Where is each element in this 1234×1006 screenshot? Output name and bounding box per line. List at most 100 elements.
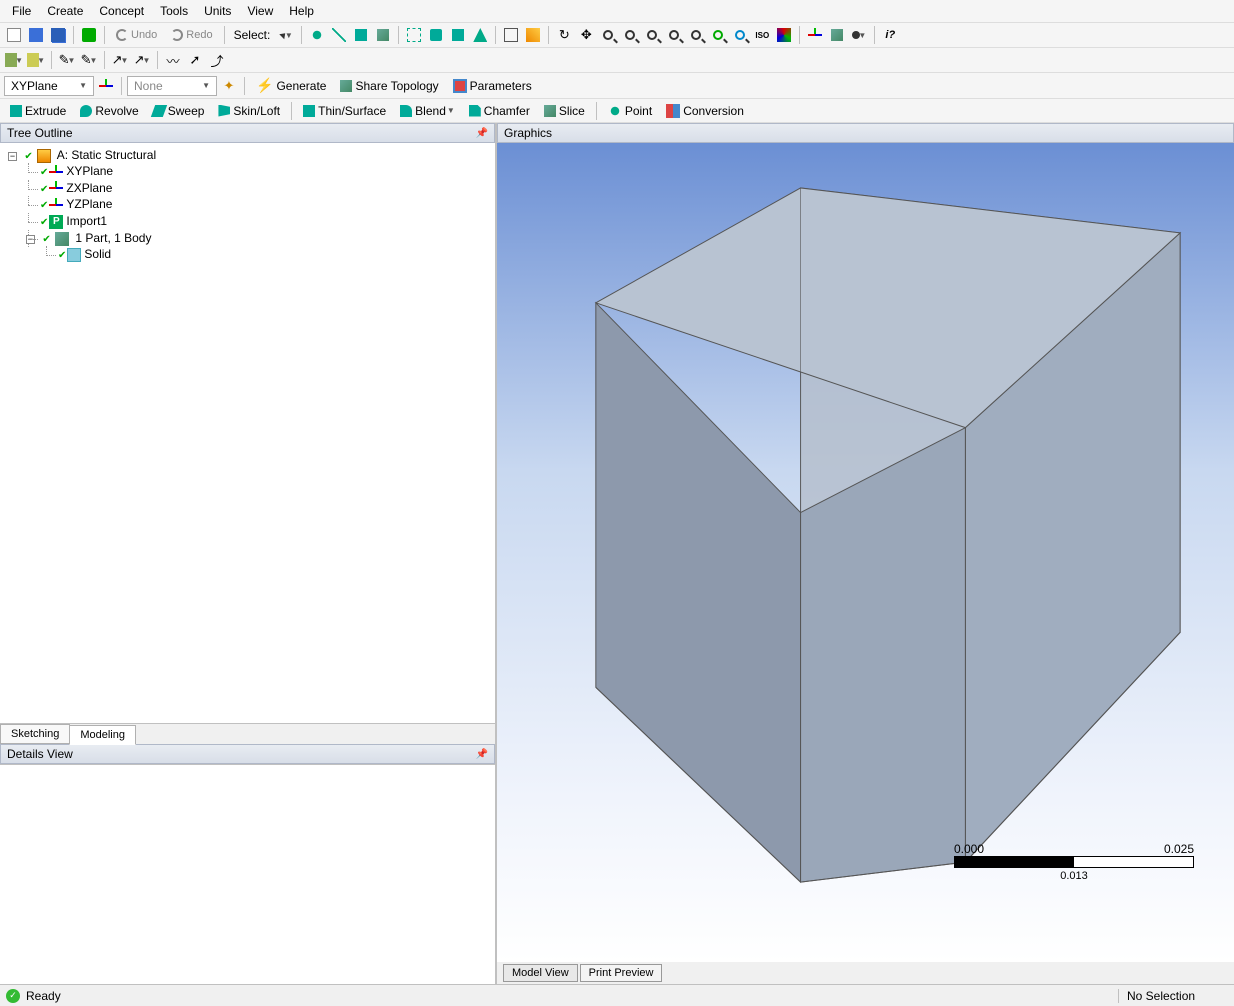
conversion-button[interactable]: Conversion: [660, 102, 750, 120]
tree-solid[interactable]: Solid: [84, 247, 111, 261]
generate-label: Generate: [276, 79, 326, 93]
tree-zxplane[interactable]: ZXPlane: [66, 181, 112, 195]
menu-units[interactable]: Units: [198, 2, 237, 20]
menu-create[interactable]: Create: [41, 2, 89, 20]
params-label: Parameters: [470, 79, 532, 93]
share-label: Share Topology: [355, 79, 438, 93]
select-smart[interactable]: [448, 25, 468, 45]
axes-button[interactable]: [805, 25, 825, 45]
help-button[interactable]: i?: [880, 25, 900, 45]
details-view: [0, 764, 495, 984]
cube-render: [497, 143, 1234, 962]
new-plane-button[interactable]: [96, 76, 116, 96]
left-column: Tree Outline 📌 − ✔ A: Static Structural …: [0, 123, 497, 984]
graphics-header: Graphics: [497, 123, 1234, 143]
arc2-button[interactable]: ↗▼: [132, 50, 152, 70]
fill1-button[interactable]: ▼: [4, 50, 24, 70]
menu-help[interactable]: Help: [283, 2, 320, 20]
tab-sketching[interactable]: Sketching: [0, 724, 70, 744]
select-point[interactable]: [307, 25, 327, 45]
pin-icon[interactable]: 📌: [476, 128, 488, 139]
graphics-viewport[interactable]: 0.000 0.025 0.013: [497, 143, 1234, 962]
shaded-button[interactable]: ▼: [849, 25, 869, 45]
measure-button[interactable]: [523, 25, 543, 45]
separator: [301, 26, 302, 44]
spline2-button[interactable]: ➚: [185, 50, 205, 70]
select-face[interactable]: [351, 25, 371, 45]
slice-icon: [544, 105, 556, 117]
saveall-button[interactable]: [48, 25, 68, 45]
generate-button[interactable]: ⚡Generate: [250, 75, 332, 96]
blend-label: Blend: [415, 104, 446, 118]
details-header: Details View 📌: [0, 744, 495, 764]
zoom-fit-button[interactable]: [664, 25, 684, 45]
zoom-box-button[interactable]: [598, 25, 618, 45]
slice-button[interactable]: Slice: [538, 102, 591, 120]
revolve-button[interactable]: Revolve: [74, 102, 144, 120]
arc1-button[interactable]: ↗▼: [110, 50, 130, 70]
point-button[interactable]: Point: [602, 102, 658, 120]
extrude-button[interactable]: Extrude: [4, 102, 72, 120]
menu-view[interactable]: View: [241, 2, 279, 20]
toolbar-features: Extrude Revolve Sweep Skin/Loft Thin/Sur…: [0, 99, 1234, 123]
plane-select[interactable]: XYPlane▼: [4, 76, 94, 96]
separator: [398, 26, 399, 44]
tree-expander[interactable]: −: [8, 152, 17, 161]
select-edge[interactable]: [329, 25, 349, 45]
look-at-button[interactable]: [730, 25, 750, 45]
sweep-button[interactable]: Sweep: [147, 102, 211, 120]
redo-button[interactable]: Redo: [165, 27, 218, 43]
pin-icon[interactable]: 📌: [476, 749, 488, 760]
zoom-out-button[interactable]: [642, 25, 662, 45]
save-button[interactable]: [26, 25, 46, 45]
tree-root[interactable]: A: Static Structural: [57, 148, 156, 162]
separator: [291, 102, 292, 120]
new-sketch-button[interactable]: ✦: [219, 76, 239, 96]
zoom-prev-button[interactable]: [708, 25, 728, 45]
menu-file[interactable]: File: [6, 2, 37, 20]
iso-button[interactable]: ISO: [752, 25, 772, 45]
tree-import[interactable]: Import1: [66, 214, 107, 228]
tab-model-view[interactable]: Model View: [503, 964, 578, 982]
status-selection: No Selection: [1118, 989, 1228, 1003]
new-button[interactable]: [4, 25, 24, 45]
chamfer-button[interactable]: Chamfer: [463, 102, 536, 120]
menu-concept[interactable]: Concept: [93, 2, 150, 20]
tree-xyplane[interactable]: XYPlane: [66, 164, 113, 178]
zoom-sheet-button[interactable]: [686, 25, 706, 45]
line1-button[interactable]: ✎▼: [57, 50, 77, 70]
zoom-in-button[interactable]: [620, 25, 640, 45]
plane-icon: [49, 181, 63, 195]
thin-button[interactable]: Thin/Surface: [297, 102, 392, 120]
export-button[interactable]: [79, 25, 99, 45]
share-topology-button[interactable]: Share Topology: [334, 77, 444, 95]
pan-button[interactable]: ✥: [576, 25, 596, 45]
undo-button[interactable]: Undo: [110, 27, 163, 43]
views-button[interactable]: [774, 25, 794, 45]
rotate-icon: ↻: [559, 27, 570, 43]
tab-modeling[interactable]: Modeling: [69, 725, 136, 745]
tab-print-preview[interactable]: Print Preview: [580, 964, 663, 982]
select-flood[interactable]: [470, 25, 490, 45]
solid-icon: [67, 248, 81, 262]
fill2-button[interactable]: ▼: [26, 50, 46, 70]
rotate-button[interactable]: ↻: [554, 25, 574, 45]
select-body[interactable]: [373, 25, 393, 45]
select-box[interactable]: [404, 25, 424, 45]
check-icon: ✔: [40, 167, 48, 178]
skinloft-button[interactable]: Skin/Loft: [212, 102, 286, 120]
tree-expander[interactable]: −: [26, 235, 35, 244]
parameters-button[interactable]: Parameters: [447, 77, 538, 95]
tree-yzplane[interactable]: YZPlane: [66, 197, 112, 211]
blend-button[interactable]: Blend▼: [394, 102, 461, 120]
select-extend[interactable]: [426, 25, 446, 45]
sketch-select[interactable]: None▼: [127, 76, 217, 96]
wireframe-button[interactable]: [827, 25, 847, 45]
spline1-button[interactable]: 〰: [163, 50, 183, 70]
line2-button[interactable]: ✎▼: [79, 50, 99, 70]
fit-button[interactable]: [501, 25, 521, 45]
spline3-button[interactable]: ⤴: [207, 50, 227, 70]
menu-tools[interactable]: Tools: [154, 2, 194, 20]
select-pointer[interactable]: ▼: [276, 25, 296, 45]
tree-parts[interactable]: 1 Part, 1 Body: [75, 231, 151, 245]
